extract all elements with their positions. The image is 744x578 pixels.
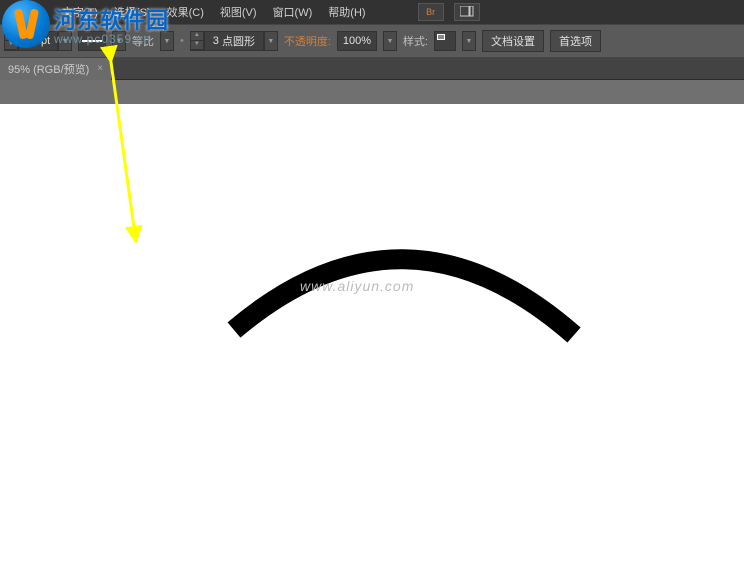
chevron-down-icon[interactable]: ▼ bbox=[112, 31, 126, 51]
style-swatch[interactable] bbox=[434, 31, 456, 51]
chevron-down-icon[interactable]: ▼ bbox=[462, 31, 476, 51]
bridge-icon[interactable]: Br bbox=[418, 3, 444, 21]
tab-title: 95% (RGB/预览) bbox=[8, 61, 89, 77]
opacity-label: 不透明度: bbox=[284, 33, 331, 49]
document-setup-button[interactable]: 文档设置 bbox=[482, 30, 544, 52]
chevron-down-icon[interactable]: ▼ bbox=[160, 31, 174, 51]
curve-path[interactable] bbox=[0, 80, 744, 575]
stroke-weight-control[interactable]: ▲▼ 20 pt ▼ bbox=[4, 31, 72, 51]
brush-name[interactable]: 3 点圆形 bbox=[204, 31, 264, 51]
options-bar: ▲▼ 20 pt ▼ ▼ 等比 ▼ • ▲▼ 3 点圆形 ▼ 不透明度: 100… bbox=[0, 24, 744, 58]
chevron-down-icon[interactable]: ▼ bbox=[383, 31, 397, 51]
menu-select[interactable]: 选择(S) bbox=[110, 2, 155, 22]
close-icon[interactable]: × bbox=[97, 63, 103, 74]
canvas[interactable]: www.aliyun.com bbox=[0, 80, 744, 575]
chevron-down-icon[interactable]: ▼ bbox=[58, 31, 72, 51]
menu-bar: 对象(O) 文字(T) 选择(S) 效果(C) 视图(V) 窗口(W) 帮助(H… bbox=[0, 0, 744, 24]
menu-view[interactable]: 视图(V) bbox=[216, 2, 261, 22]
menu-text[interactable]: 文字(T) bbox=[58, 2, 102, 22]
arrange-icon[interactable] bbox=[454, 3, 480, 21]
spinner-icon[interactable]: ▲▼ bbox=[4, 31, 18, 51]
opacity-input[interactable]: 100% bbox=[337, 31, 377, 51]
menu-help[interactable]: 帮助(H) bbox=[324, 2, 369, 22]
stroke-weight-input[interactable]: 20 pt bbox=[18, 31, 58, 51]
chevron-down-icon[interactable]: ▼ bbox=[264, 31, 278, 51]
tab-bar: 95% (RGB/预览) × bbox=[0, 58, 744, 80]
document-tab[interactable]: 95% (RGB/预览) × bbox=[0, 58, 112, 80]
brush-control[interactable]: ▲▼ 3 点圆形 ▼ bbox=[190, 31, 278, 51]
scale-label: 等比 bbox=[132, 33, 154, 49]
style-label: 样式: bbox=[403, 33, 428, 49]
menu-object[interactable]: 对象(O) bbox=[4, 2, 50, 22]
stroke-profile[interactable] bbox=[78, 31, 106, 51]
menu-effect[interactable]: 效果(C) bbox=[163, 2, 208, 22]
menu-window[interactable]: 窗口(W) bbox=[269, 2, 317, 22]
spinner-icon[interactable]: ▲▼ bbox=[190, 31, 204, 51]
preferences-button[interactable]: 首选项 bbox=[550, 30, 601, 52]
